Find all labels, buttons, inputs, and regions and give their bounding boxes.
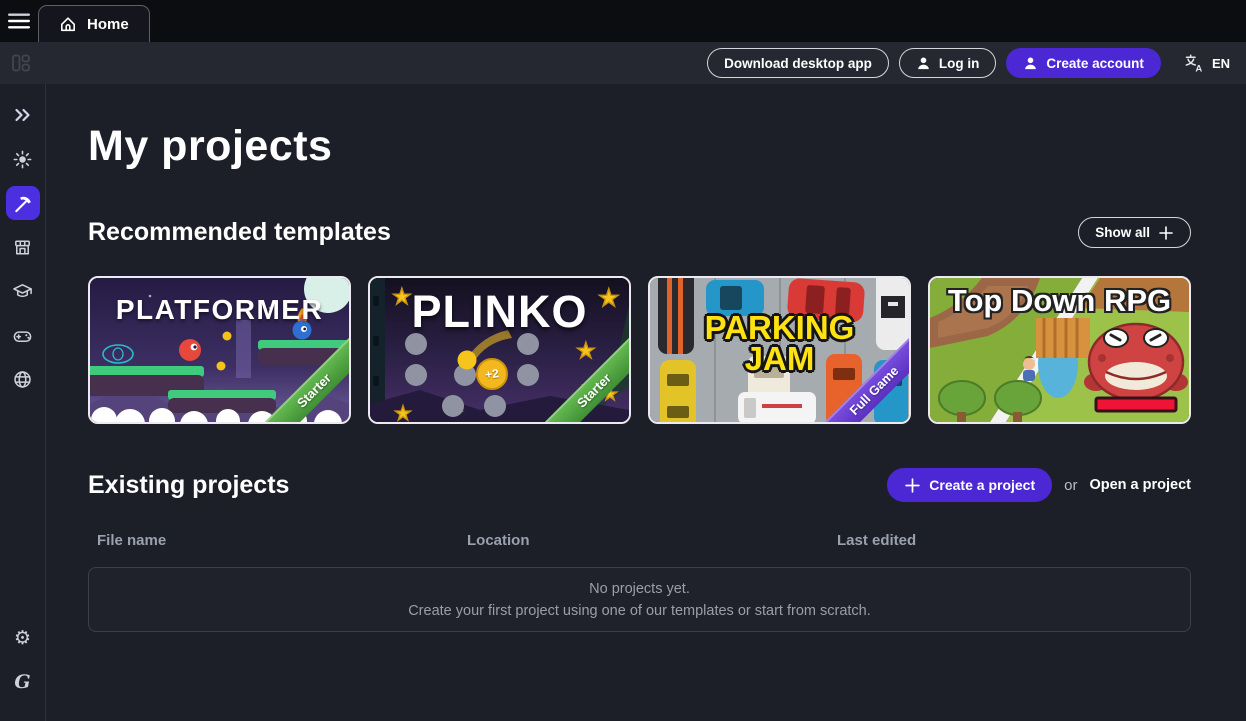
plus-icon xyxy=(1158,225,1174,241)
create-project-label: Create a project xyxy=(929,477,1035,493)
column-header-location: Location xyxy=(467,532,837,549)
preferences-button[interactable]: ⚙ xyxy=(6,621,40,655)
download-desktop-app-label: Download desktop app xyxy=(724,56,872,71)
empty-state-line2: Create your first project using one of o… xyxy=(408,600,871,622)
projects-table-header: File name Location Last edited xyxy=(88,532,1191,549)
language-selector[interactable]: A EN xyxy=(1185,54,1230,73)
column-header-last-edited: Last edited xyxy=(837,532,1191,549)
sidebar: ⚙ G xyxy=(0,84,46,721)
empty-projects-placeholder: No projects yet. Create your first proje… xyxy=(88,567,1191,632)
translate-icon: A xyxy=(1185,54,1204,73)
toolbar: Download desktop app Log in Create accou… xyxy=(0,42,1246,84)
templates-section-title: Recommended templates xyxy=(88,218,391,247)
gdevelop-logo-icon: G xyxy=(14,671,30,693)
login-label: Log in xyxy=(939,56,980,71)
gdevelop-home-screen: Home Download desktop app Log in xyxy=(0,0,1246,721)
main-content: My projects Recommended templates Show a… xyxy=(46,84,1246,721)
home-icon xyxy=(59,15,77,33)
person-icon xyxy=(1023,56,1038,71)
plinko-card-art: ★ ★ ★ ★ ★ ★ ★ xyxy=(370,278,629,422)
show-all-templates-button[interactable]: Show all xyxy=(1078,217,1191,248)
template-card-top-down-rpg[interactable]: Top Down RPG xyxy=(928,276,1191,424)
parking-jam-card-art xyxy=(650,278,909,422)
tab-home-label: Home xyxy=(87,16,129,33)
svg-text:A: A xyxy=(1195,63,1202,73)
svg-text:★: ★ xyxy=(602,384,619,404)
download-desktop-app-button[interactable]: Download desktop app xyxy=(707,48,889,78)
hamburger-icon xyxy=(7,12,31,30)
empty-state-line1: No projects yet. xyxy=(589,578,690,600)
create-project-button[interactable]: Create a project xyxy=(887,468,1052,502)
open-project-button[interactable]: Open a project xyxy=(1089,477,1191,493)
sidebar-item-community[interactable] xyxy=(6,362,40,396)
login-button[interactable]: Log in xyxy=(899,48,997,78)
plus-icon xyxy=(904,477,921,494)
projects-section-title: Existing projects xyxy=(88,471,289,500)
template-cards-row: PLATFORMER Starter xyxy=(88,276,1191,424)
column-header-file-name: File name xyxy=(97,532,467,549)
svg-text:★: ★ xyxy=(394,403,412,422)
platformer-card-art xyxy=(90,278,349,422)
language-label: EN xyxy=(1212,56,1230,71)
svg-text:★: ★ xyxy=(576,338,596,363)
sidebar-item-learn[interactable] xyxy=(6,274,40,308)
svg-text:★: ★ xyxy=(582,379,593,393)
or-text: or xyxy=(1064,477,1077,494)
double-chevron-right-icon xyxy=(12,104,34,126)
layout-panels-icon[interactable] xyxy=(10,52,32,74)
person-icon xyxy=(916,56,931,71)
create-account-button[interactable]: Create account xyxy=(1006,48,1161,78)
template-card-parking-jam[interactable]: PARKING JAM Full Game xyxy=(648,276,911,424)
top-down-rpg-card-art xyxy=(930,278,1189,422)
gamepad-icon xyxy=(12,325,33,346)
graduation-cap-icon xyxy=(12,281,33,302)
svg-text:★: ★ xyxy=(596,365,609,381)
svg-text:★: ★ xyxy=(392,284,412,309)
sidebar-item-play[interactable] xyxy=(6,318,40,352)
template-card-plinko[interactable]: ★ ★ ★ ★ ★ ★ ★ PLINKO +2 Starter xyxy=(368,276,631,424)
sidebar-item-get-started[interactable] xyxy=(6,142,40,176)
about-gdevelop-button[interactable]: G xyxy=(6,665,40,699)
create-account-label: Create account xyxy=(1046,56,1144,71)
top-tab-bar: Home xyxy=(0,0,1246,42)
sun-icon xyxy=(12,149,33,170)
globe-icon xyxy=(12,369,33,390)
pickaxe-icon xyxy=(12,193,33,214)
sidebar-item-shop[interactable] xyxy=(6,230,40,264)
show-all-label: Show all xyxy=(1095,225,1150,240)
main-menu-button[interactable] xyxy=(0,0,38,42)
storefront-icon xyxy=(12,237,33,258)
page-title: My projects xyxy=(88,122,1191,171)
svg-text:★: ★ xyxy=(598,285,620,312)
expand-sidebar-button[interactable] xyxy=(6,98,40,132)
sidebar-item-build[interactable] xyxy=(6,186,40,220)
template-card-platformer[interactable]: PLATFORMER Starter xyxy=(88,276,351,424)
gear-icon: ⚙ xyxy=(14,629,31,648)
tab-home[interactable]: Home xyxy=(38,5,150,42)
